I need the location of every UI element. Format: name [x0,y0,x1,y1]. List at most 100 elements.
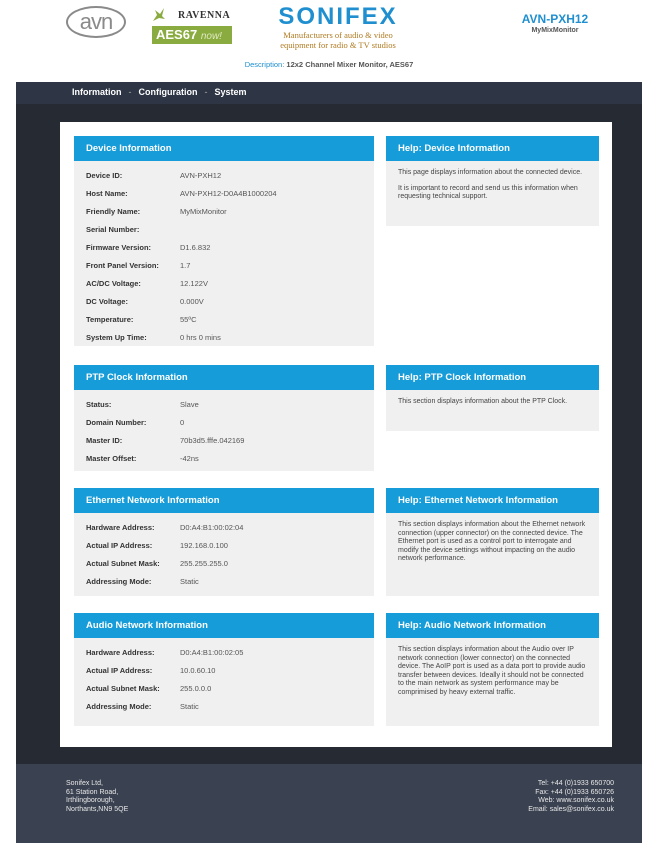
page-footer: Sonifex Ltd, 61 Station Road, Irthlingbo… [16,764,642,843]
device-description: Description: 12x2 Channel Mixer Monitor,… [0,60,658,69]
help-text: This section displays information about … [398,398,568,405]
nav-separator: - [128,87,132,97]
nav-system[interactable]: System [215,87,247,97]
info-label: Addressing Mode: [86,577,152,586]
ravenna-bird-icon [153,8,165,21]
info-row: Actual IP Address: 10.0.60.10 [86,662,374,680]
info-label: System Up Time: [86,333,147,342]
info-label: Addressing Mode: [86,702,152,711]
address-line: Sonifex Ltd, [66,780,103,787]
info-label: Front Panel Version: [86,261,159,270]
info-row: DC Voltage: 0.000V [86,293,374,311]
aes67-badge: AES67 now! [152,26,232,44]
section-title: Ethernet Network Information [74,488,374,513]
tagline-2: equipment for radio & TV studios [280,40,396,50]
info-label: Domain Number: [86,418,147,427]
info-row: Actual IP Address: 192.168.0.100 [86,537,374,555]
info-value: -42ns [180,454,199,463]
info-row: Hardware Address: D0:A4:B1:00:02:05 [86,644,374,662]
info-label: Actual Subnet Mask: [86,684,160,693]
info-value: AVN-PXH12-D0A4B1000204 [180,189,277,198]
info-label: Hardware Address: [86,648,155,657]
info-row: Actual Subnet Mask: 255.255.255.0 [86,555,374,573]
help-text: This section displays information about … [398,646,586,696]
content-panel: Device Information Device ID: AVN-PXH12 Ho… [60,122,612,747]
info-label: Status: [86,400,112,409]
address-line: Irthlingborough, [66,797,115,804]
description-label: Description: [244,60,285,69]
info-row: Master ID: 70b3d5.fffe.042169 [86,432,374,450]
help-audio-box: Help: Audio Network Information This sec… [386,613,599,726]
main-nav: Information - Configuration - System [16,82,642,104]
description-value: 12x2 Channel Mixer Monitor, AES67 [286,60,414,69]
info-row: AC/DC Voltage: 12.122V [86,275,374,293]
info-row: Addressing Mode: Static [86,698,374,716]
info-row: Device ID: AVN-PXH12 [86,167,374,185]
info-value: Static [180,577,199,586]
nav-configuration[interactable]: Configuration [139,87,198,97]
info-value: Slave [180,400,199,409]
avn-logo: avn [66,6,128,40]
info-row: Temperature: 55ºC [86,311,374,329]
info-row: Domain Number: 0 [86,414,374,432]
info-value: D1.6.832 [180,243,211,252]
info-value: 255.0.0.0 [180,684,212,693]
ravenna-label: RAVENNA [178,10,231,21]
info-value: 55ºC [180,315,197,324]
info-label: Hardware Address: [86,523,155,532]
info-label: Master ID: [86,436,123,445]
info-label: AC/DC Voltage: [86,279,141,288]
contact-email-link[interactable]: Email: sales@sonifex.co.uk [528,806,614,815]
nav-information[interactable]: Information [72,87,122,97]
info-row: Host Name: AVN-PXH12-D0A4B1000204 [86,185,374,203]
help-text: This page displays information about the… [398,169,583,176]
info-row: Status: Slave [86,396,374,414]
section-title: Audio Network Information [74,613,374,638]
info-value: 12.122V [180,279,208,288]
info-label: Temperature: [86,315,134,324]
contact-web-link[interactable]: Web: www.sonifex.co.uk [528,797,614,806]
section-title: Device Information [74,136,374,161]
info-label: Serial Number: [86,225,140,234]
info-value: 0 [180,418,185,427]
ravenna-aes67-logo: RAVENNA AES67 now! [152,7,232,44]
info-label: Actual Subnet Mask: [86,559,160,568]
help-device-box: Help: Device Information This page displ… [386,136,599,226]
brand-name: SONIFEX [278,3,398,30]
info-value: Static [180,702,199,711]
footer-address: Sonifex Ltd, 61 Station Road, Irthlingbo… [66,780,128,814]
info-label: Host Name: [86,189,128,198]
info-row: Firmware Version: D1.6.832 [86,239,374,257]
device-info-box: Device Information Device ID: AVN-PXH12 Ho… [74,136,374,346]
info-label: Actual IP Address: [86,541,153,550]
ptp-info-box: PTP Clock Information Status: Slave Domain… [74,365,374,471]
page-header: avn RAVENNA AES67 now! SONIFEX Manufactu… [0,0,658,82]
contact-fax: Fax: +44 (0)1933 650726 [535,788,614,796]
info-value: 0.000V [180,297,204,306]
info-row: Hardware Address: D0:A4:B1:00:02:04 [86,519,374,537]
footer-contact: Tel: +44 (0)1933 650700 Fax: +44 (0)1933… [528,780,614,814]
address-line: Northants,NN9 5QE [66,805,129,813]
info-value: 192.168.0.100 [180,541,228,550]
info-row: Serial Number: [86,221,374,239]
help-text: It is important to record and send us th… [398,184,578,201]
nav-separator: - [204,87,208,97]
ethernet-info-box: Ethernet Network Information Hardware Ad… [74,488,374,596]
info-label: Friendly Name: [86,207,141,216]
info-label: Master Offset: [86,454,137,463]
info-row: System Up Time: 0 hrs 0 mins [86,329,374,347]
audio-info-box: Audio Network Information Hardware Addre… [74,613,374,726]
help-text: This section displays information about … [398,521,586,562]
info-row: Actual Subnet Mask: 255.0.0.0 [86,680,374,698]
help-title: Help: Device Information [386,136,599,161]
address-line: 61 Station Road, [66,788,119,796]
section-title: PTP Clock Information [74,365,374,390]
help-title: Help: PTP Clock Information [386,365,599,390]
device-model: AVN-PXH12 MyMixMonitor [510,12,600,35]
help-title: Help: Ethernet Network Information [386,488,599,513]
tagline-1: Manufacturers of audio & video [283,30,393,40]
help-ethernet-box: Help: Ethernet Network Information This … [386,488,599,596]
info-row: Addressing Mode: Static [86,573,374,591]
info-value: 0 hrs 0 mins [180,333,221,342]
info-row: Master Offset: -42ns [86,450,374,468]
